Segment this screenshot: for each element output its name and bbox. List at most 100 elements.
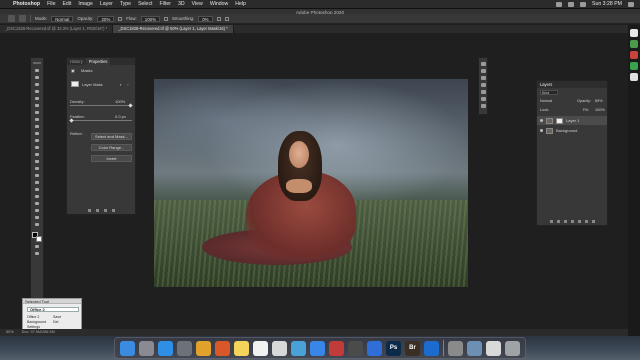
app-icon[interactable] bbox=[630, 73, 638, 81]
battery-icon[interactable] bbox=[568, 1, 574, 7]
fill-value[interactable]: 100% bbox=[595, 108, 605, 112]
color-range-button[interactable]: Color Range... bbox=[91, 144, 132, 151]
layer-filter-kind[interactable]: Kind bbox=[540, 90, 558, 95]
marquee-tool-icon[interactable] bbox=[33, 75, 41, 80]
app-store-icon[interactable] bbox=[310, 340, 325, 356]
gradient-tool-icon[interactable] bbox=[33, 152, 41, 157]
select-and-mask-button[interactable]: Select and Mask... bbox=[91, 133, 132, 140]
launchpad-icon[interactable] bbox=[139, 340, 154, 356]
brush-tool-icon[interactable] bbox=[8, 15, 15, 22]
chrome-icon[interactable] bbox=[196, 340, 211, 356]
load-selection-icon[interactable] bbox=[87, 209, 91, 212]
new-layer-icon[interactable] bbox=[584, 220, 588, 223]
libraries-panel-icon[interactable] bbox=[480, 83, 486, 87]
utility-icon[interactable] bbox=[291, 340, 306, 356]
visibility-icon[interactable] bbox=[103, 209, 107, 212]
notes-icon[interactable] bbox=[234, 340, 249, 356]
layer-row-background[interactable]: Background bbox=[537, 126, 607, 135]
layer-opacity-value[interactable]: 89% bbox=[595, 99, 603, 103]
photo-booth-icon[interactable] bbox=[329, 340, 344, 356]
app-icon[interactable] bbox=[630, 62, 638, 70]
density-value[interactable]: 100% bbox=[115, 99, 125, 104]
adjustment-layer-icon[interactable] bbox=[570, 220, 574, 223]
safari-icon[interactable] bbox=[158, 340, 173, 356]
app-icon[interactable] bbox=[630, 51, 638, 59]
angle-icon[interactable] bbox=[224, 16, 229, 21]
photoshop-icon[interactable]: Ps bbox=[386, 340, 401, 356]
frame-tool-icon[interactable] bbox=[33, 103, 41, 108]
swatches-panel-icon[interactable] bbox=[480, 69, 486, 73]
link-layers-icon[interactable] bbox=[549, 220, 553, 223]
gear-icon[interactable] bbox=[216, 16, 221, 21]
patterns-panel-icon[interactable] bbox=[480, 97, 486, 101]
tab-document-1[interactable]: _DSC1828-Recovered.tif @ 33.3% (Layer 1,… bbox=[0, 25, 114, 33]
quick-select-tool-icon[interactable] bbox=[33, 89, 41, 94]
move-tool-icon[interactable] bbox=[33, 68, 41, 73]
menu-type[interactable]: Type bbox=[120, 1, 131, 7]
healing-brush-tool-icon[interactable] bbox=[33, 117, 41, 122]
feather-slider-handle[interactable] bbox=[69, 118, 74, 123]
layer-style-icon[interactable] bbox=[556, 220, 560, 223]
delete-mask-icon[interactable] bbox=[111, 209, 115, 212]
vector-mask-icon[interactable]: ▫ bbox=[127, 82, 128, 87]
density-slider-handle[interactable] bbox=[128, 103, 133, 108]
zoom-level[interactable]: 50% bbox=[6, 329, 14, 336]
eyedropper-tool-icon[interactable] bbox=[33, 110, 41, 115]
bridge-icon[interactable]: Br bbox=[405, 340, 420, 356]
eye-icon[interactable] bbox=[540, 129, 543, 132]
wifi-icon[interactable] bbox=[556, 1, 562, 7]
eraser-tool-icon[interactable] bbox=[33, 145, 41, 150]
app-icon[interactable] bbox=[630, 29, 638, 37]
background-color-swatch[interactable] bbox=[36, 236, 42, 242]
opacity-field[interactable]: 20% bbox=[97, 15, 115, 22]
eye-icon[interactable] bbox=[540, 119, 543, 122]
quick-mask-icon[interactable] bbox=[33, 244, 41, 249]
trash-icon[interactable] bbox=[591, 220, 595, 223]
preview-icon[interactable] bbox=[486, 340, 501, 356]
spotlight-icon[interactable] bbox=[628, 1, 634, 7]
menu-layer[interactable]: Layer bbox=[100, 1, 113, 7]
hand-tool-icon[interactable] bbox=[33, 201, 41, 206]
mode-select[interactable]: Normal bbox=[51, 15, 74, 22]
more-tools-icon[interactable] bbox=[33, 215, 41, 220]
popup-item[interactable]: Background bbox=[27, 320, 46, 324]
clone-stamp-tool-icon[interactable] bbox=[33, 131, 41, 136]
app-icon[interactable] bbox=[630, 40, 638, 48]
add-mask-icon[interactable] bbox=[563, 220, 567, 223]
menu-window[interactable]: Window bbox=[210, 1, 228, 7]
menu-image[interactable]: Image bbox=[78, 1, 92, 7]
downloads-icon[interactable] bbox=[467, 340, 482, 356]
tab-document-2[interactable]: _DSC1828-Recovered.tif @ 50% (Layer 1, L… bbox=[113, 25, 234, 33]
history-brush-tool-icon[interactable] bbox=[33, 138, 41, 143]
menu-filter[interactable]: Filter bbox=[159, 1, 171, 7]
feather-slider[interactable] bbox=[70, 120, 132, 121]
density-slider[interactable] bbox=[70, 105, 132, 106]
pen-tool-icon[interactable] bbox=[33, 173, 41, 178]
firefox-icon[interactable] bbox=[215, 340, 230, 356]
popup-selected-item[interactable]: Office 2 bbox=[27, 307, 79, 312]
gradients-panel-icon[interactable] bbox=[480, 90, 486, 94]
feather-value[interactable]: 0.0 px bbox=[115, 114, 126, 119]
popup-item[interactable]: Del bbox=[53, 320, 58, 324]
dodge-tool-icon[interactable] bbox=[33, 166, 41, 171]
menu-select[interactable]: Select bbox=[138, 1, 152, 7]
group-icon[interactable] bbox=[577, 220, 581, 223]
color-panel-icon[interactable] bbox=[480, 62, 486, 66]
outlook-icon[interactable] bbox=[424, 340, 439, 356]
menu-3d[interactable]: 3D bbox=[178, 1, 185, 7]
menu-help[interactable]: Help bbox=[235, 1, 246, 7]
smoothing-field[interactable]: 0% bbox=[198, 15, 213, 22]
blur-tool-icon[interactable] bbox=[33, 159, 41, 164]
volume-icon[interactable] bbox=[580, 1, 586, 7]
pressure-opacity-icon[interactable] bbox=[118, 16, 123, 21]
type-tool-icon[interactable] bbox=[33, 180, 41, 185]
tab-properties[interactable]: Properties bbox=[85, 58, 111, 65]
crop-tool-icon[interactable] bbox=[33, 96, 41, 101]
path-select-tool-icon[interactable] bbox=[33, 187, 41, 192]
mask-thumbnail[interactable] bbox=[556, 117, 563, 124]
menu-edit[interactable]: Edit bbox=[62, 1, 71, 7]
adobe-cc-icon[interactable] bbox=[448, 340, 463, 356]
app-menu[interactable]: Photoshop bbox=[13, 1, 40, 7]
textedit-icon[interactable] bbox=[272, 340, 287, 356]
panel-grip[interactable] bbox=[33, 62, 41, 64]
